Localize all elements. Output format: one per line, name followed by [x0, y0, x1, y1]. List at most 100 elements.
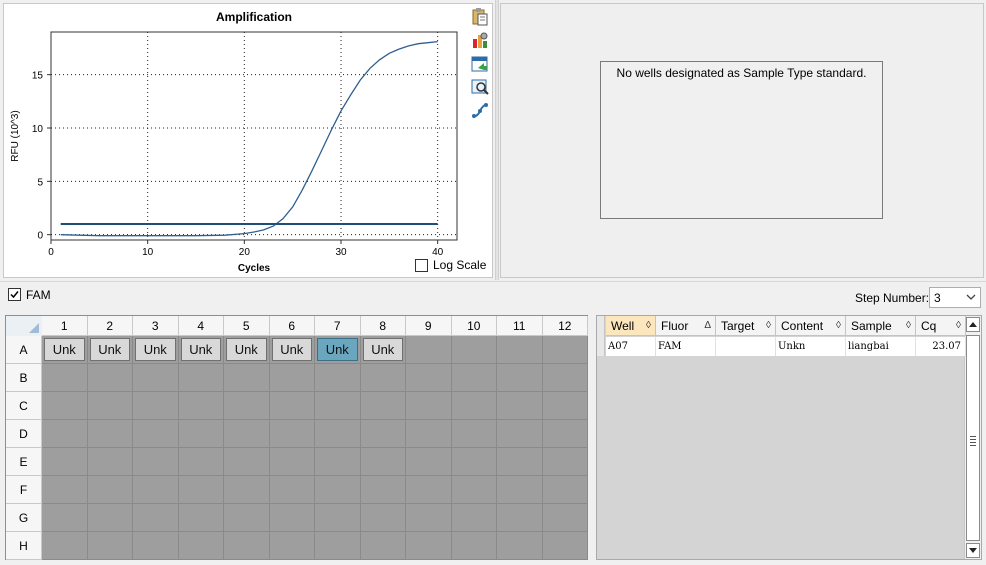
- plate-well[interactable]: [360, 392, 406, 420]
- column-header-well[interactable]: Well ◊: [606, 316, 656, 336]
- plate-column-header[interactable]: 7: [315, 316, 361, 336]
- plate-well[interactable]: [406, 336, 452, 364]
- cell-content[interactable]: Unkn: [776, 337, 846, 356]
- scroll-thumb[interactable]: [966, 335, 980, 541]
- vertical-scrollbar[interactable]: [964, 316, 981, 559]
- cell-well[interactable]: A07: [606, 337, 656, 356]
- plate-well[interactable]: [451, 392, 497, 420]
- plate-well[interactable]: [87, 392, 133, 420]
- plate-well[interactable]: [451, 420, 497, 448]
- plate-well[interactable]: [133, 392, 179, 420]
- plate-well[interactable]: [360, 476, 406, 504]
- plate-well[interactable]: Unk: [42, 336, 88, 364]
- zoom-chart-icon[interactable]: [470, 77, 490, 97]
- plate-well[interactable]: [178, 476, 224, 504]
- plate-well[interactable]: [42, 392, 88, 420]
- plate-well[interactable]: [178, 420, 224, 448]
- cell-fluor[interactable]: FAM: [656, 337, 716, 356]
- plate-well[interactable]: [87, 364, 133, 392]
- plate-column-header[interactable]: 1: [42, 316, 88, 336]
- plate-well[interactable]: Unk: [133, 336, 179, 364]
- column-header-cq[interactable]: Cq ◊: [916, 316, 966, 336]
- plate-well[interactable]: [315, 448, 361, 476]
- plate-well[interactable]: [406, 504, 452, 532]
- plate-well[interactable]: [360, 448, 406, 476]
- plate-column-header[interactable]: 6: [269, 316, 315, 336]
- sort-icon[interactable]: ◊: [766, 316, 771, 336]
- sort-icon[interactable]: ◊: [646, 316, 651, 336]
- plate-well[interactable]: [224, 392, 270, 420]
- plate-row-header[interactable]: A: [6, 336, 42, 364]
- plate-well[interactable]: [133, 364, 179, 392]
- well-content-label[interactable]: Unk: [317, 338, 358, 361]
- plate-well[interactable]: [542, 448, 588, 476]
- plate-well[interactable]: [133, 476, 179, 504]
- plate-well[interactable]: [224, 476, 270, 504]
- plate-well[interactable]: [315, 420, 361, 448]
- plate-well[interactable]: [451, 476, 497, 504]
- plate-well[interactable]: [133, 532, 179, 560]
- plate-well[interactable]: [406, 532, 452, 560]
- plate-well[interactable]: [42, 532, 88, 560]
- curve-fit-icon[interactable]: [470, 101, 490, 121]
- plate-column-header[interactable]: 11: [497, 316, 543, 336]
- plate-row-header[interactable]: F: [6, 476, 42, 504]
- scroll-up-button[interactable]: [966, 317, 980, 332]
- plate-well[interactable]: [87, 448, 133, 476]
- plate-well[interactable]: [224, 448, 270, 476]
- plate-well[interactable]: [542, 336, 588, 364]
- panel-splitter[interactable]: [495, 0, 499, 280]
- plate-well[interactable]: [497, 448, 543, 476]
- plate-well[interactable]: [451, 504, 497, 532]
- plate-column-header[interactable]: 4: [178, 316, 224, 336]
- plate-well[interactable]: [451, 532, 497, 560]
- plate-well[interactable]: [497, 476, 543, 504]
- plate-well[interactable]: [269, 532, 315, 560]
- plate-well[interactable]: [315, 504, 361, 532]
- plate-well[interactable]: [224, 364, 270, 392]
- plate-well[interactable]: [269, 504, 315, 532]
- plate-well[interactable]: [133, 420, 179, 448]
- plate-well[interactable]: [269, 364, 315, 392]
- well-content-label[interactable]: Unk: [180, 338, 221, 361]
- plate-column-header[interactable]: 5: [224, 316, 270, 336]
- plate-well[interactable]: [497, 504, 543, 532]
- plate-well[interactable]: [133, 448, 179, 476]
- well-content-label[interactable]: Unk: [44, 338, 85, 361]
- well-content-label[interactable]: Unk: [89, 338, 130, 361]
- plate-well[interactable]: [87, 476, 133, 504]
- plate-well[interactable]: [178, 364, 224, 392]
- plate-row-header[interactable]: G: [6, 504, 42, 532]
- fam-checkbox[interactable]: [8, 288, 21, 301]
- plate-well[interactable]: [497, 532, 543, 560]
- plate-well[interactable]: [451, 336, 497, 364]
- plate-column-header[interactable]: 8: [360, 316, 406, 336]
- plate-well[interactable]: [269, 420, 315, 448]
- plate-row-header[interactable]: B: [6, 364, 42, 392]
- plate-well[interactable]: Unk: [360, 336, 406, 364]
- plate-well[interactable]: [451, 448, 497, 476]
- plate-column-header[interactable]: 3: [133, 316, 179, 336]
- plate-well[interactable]: Unk: [315, 336, 361, 364]
- well-content-label[interactable]: Unk: [362, 338, 403, 361]
- plate-well[interactable]: Unk: [87, 336, 133, 364]
- plate-well[interactable]: [360, 532, 406, 560]
- plate-row-header[interactable]: E: [6, 448, 42, 476]
- plate-well[interactable]: [542, 392, 588, 420]
- plate-well[interactable]: [497, 392, 543, 420]
- plate-column-header[interactable]: 2: [87, 316, 133, 336]
- plate-well[interactable]: [360, 420, 406, 448]
- log-scale-checkbox[interactable]: [415, 259, 428, 272]
- plate-well[interactable]: [542, 532, 588, 560]
- plate-well[interactable]: [406, 420, 452, 448]
- column-header-sample[interactable]: Sample ◊: [846, 316, 916, 336]
- plate-well[interactable]: [315, 392, 361, 420]
- plate-well[interactable]: [360, 504, 406, 532]
- plate-well[interactable]: [542, 364, 588, 392]
- plate-well[interactable]: [542, 420, 588, 448]
- plate-well[interactable]: [87, 420, 133, 448]
- plate-well[interactable]: [497, 364, 543, 392]
- plate-column-header[interactable]: 10: [451, 316, 497, 336]
- plate-well[interactable]: [269, 448, 315, 476]
- plate-well[interactable]: [542, 504, 588, 532]
